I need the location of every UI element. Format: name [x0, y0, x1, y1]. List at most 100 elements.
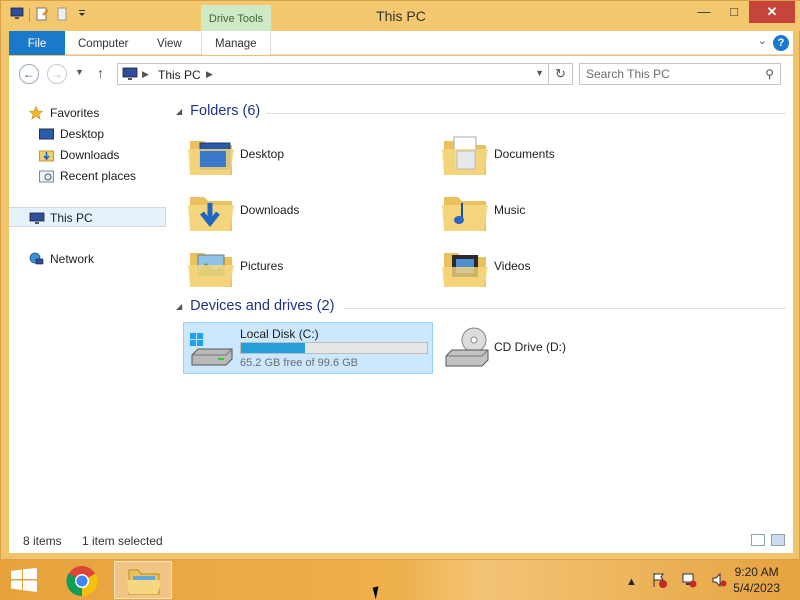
collapse-triangle-icon[interactable]: ◢ — [176, 107, 182, 116]
up-button[interactable]: ↑ — [97, 65, 104, 81]
status-bar: 8 items 1 item selected — [9, 529, 793, 553]
network-icon — [29, 252, 44, 265]
computer-icon[interactable] — [9, 7, 25, 23]
title-bar[interactable]: Drive Tools This PC — □ ✕ — [1, 1, 800, 31]
nav-this-pc[interactable]: This PC — [9, 207, 166, 227]
breadcrumb-this-pc[interactable]: This PC — [158, 68, 201, 82]
group-divider — [344, 308, 786, 309]
taskbar: ▲ 9:20 AM 5/4/2023 — [0, 560, 800, 600]
minimize-button[interactable]: — — [689, 1, 719, 23]
folder-music[interactable]: Music — [440, 185, 680, 237]
item-count: 8 items — [23, 534, 62, 548]
network-status-icon[interactable] — [681, 572, 697, 591]
drive-local-disk-c[interactable]: Local Disk (C:) 65.2 GB free of 99.6 GB — [183, 322, 433, 374]
desktop-folder-icon — [188, 141, 234, 175]
window-controls: — □ ✕ — [689, 1, 795, 23]
address-bar[interactable]: ▶ This PC ▶ ▼ ↻ — [117, 63, 573, 85]
disk-usage-fill — [241, 343, 306, 353]
nav-downloads[interactable]: Downloads — [9, 145, 166, 165]
nav-favorites-label: Favorites — [50, 106, 100, 120]
nav-desktop[interactable]: Desktop — [9, 124, 166, 144]
downloads-folder-icon — [188, 197, 234, 231]
group-divider — [266, 113, 786, 114]
chrome-icon — [66, 566, 98, 597]
local-disk-icon — [190, 333, 233, 366]
folder-pictures-label: Pictures — [240, 259, 284, 273]
address-dropdown-icon[interactable]: ▼ — [535, 68, 544, 78]
folder-downloads-label: Downloads — [240, 203, 300, 217]
local-disk-label: Local Disk (C:) — [240, 327, 319, 341]
drives-group-title: Devices and drives (2) — [190, 298, 335, 314]
tab-manage[interactable]: Manage — [201, 31, 271, 55]
file-explorer-icon — [127, 569, 161, 595]
clock-date: 5/4/2023 — [733, 581, 780, 595]
music-folder-icon — [442, 197, 488, 231]
ribbon-expand-icon[interactable]: ⌄ — [758, 34, 767, 47]
collapse-triangle-icon[interactable]: ◢ — [176, 302, 182, 311]
drives-group-header[interactable]: ◢ Devices and drives (2) — [176, 298, 334, 314]
tab-computer[interactable]: Computer — [65, 31, 142, 55]
search-icon[interactable]: ⚲ — [765, 67, 774, 81]
new-folder-icon[interactable] — [54, 7, 70, 23]
maximize-button[interactable]: □ — [719, 1, 749, 23]
taskbar-chrome[interactable] — [54, 561, 112, 599]
nav-this-pc-label: This PC — [50, 211, 93, 225]
recent-locations-chevron-icon[interactable]: ▼ — [75, 67, 84, 77]
refresh-button[interactable]: ↻ — [548, 64, 572, 84]
taskbar-file-explorer[interactable] — [114, 561, 172, 599]
pictures-folder-icon — [188, 253, 234, 287]
action-center-flag-icon[interactable] — [651, 572, 667, 591]
folder-videos-label: Videos — [494, 259, 531, 273]
qat-separator — [29, 8, 30, 22]
content-pane: ◢ Folders (6) Desktop Documents Download… — [166, 93, 793, 529]
system-tray: ▲ — [626, 572, 727, 591]
videos-folder-icon — [442, 253, 488, 287]
nav-downloads-label: Downloads — [60, 148, 120, 162]
this-pc-icon — [122, 67, 138, 84]
nav-recent-places[interactable]: Recent places — [9, 166, 166, 186]
navigation-bar: ← → ▼ ↑ ▶ This PC ▶ ▼ ↻ ⚲ — [9, 56, 793, 93]
help-button[interactable]: ? — [773, 35, 789, 51]
folder-documents[interactable]: Documents — [440, 129, 680, 181]
show-hidden-icons-icon[interactable]: ▲ — [626, 576, 637, 588]
back-button[interactable]: ← — [19, 64, 39, 84]
ribbon-tab-strip: File Computer View Manage ⌄ ? — [9, 31, 793, 55]
folder-downloads[interactable]: Downloads — [186, 185, 426, 237]
quick-access-toolbar — [9, 7, 90, 23]
folders-group-header[interactable]: ◢ Folders (6) — [176, 103, 260, 119]
search-box[interactable]: ⚲ — [579, 63, 781, 85]
drive-cd-d[interactable]: CD Drive (D:) — [438, 322, 638, 374]
search-input[interactable] — [586, 67, 756, 81]
folder-desktop[interactable]: Desktop — [186, 129, 426, 181]
qat-dropdown-icon[interactable] — [74, 7, 90, 23]
navigation-pane: Favorites Desktop Downloads Recent place… — [9, 93, 166, 529]
nav-network-label: Network — [50, 252, 95, 266]
properties-icon[interactable] — [34, 7, 50, 23]
close-button[interactable]: ✕ — [749, 1, 795, 23]
large-icons-view-icon[interactable] — [771, 534, 785, 546]
star-icon — [28, 105, 44, 120]
breadcrumb-separator-icon[interactable]: ▶ — [142, 69, 149, 80]
forward-button[interactable]: → — [47, 64, 67, 84]
disk-free-space-text: 65.2 GB free of 99.6 GB — [240, 357, 359, 369]
folder-videos[interactable]: Videos — [440, 241, 680, 293]
tab-view[interactable]: View — [144, 31, 195, 55]
tab-file[interactable]: File — [9, 31, 65, 55]
folder-music-label: Music — [494, 203, 526, 217]
nav-favorites[interactable]: Favorites — [9, 103, 166, 123]
windows-logo-icon — [11, 568, 37, 592]
clock[interactable]: 9:20 AM 5/4/2023 — [733, 564, 780, 596]
explorer-window: Drive Tools This PC — □ ✕ File Computer … — [0, 0, 800, 560]
details-view-icon[interactable] — [751, 534, 765, 546]
nav-recent-places-label: Recent places — [60, 169, 137, 183]
start-button[interactable] — [10, 568, 38, 592]
folder-pictures[interactable]: Pictures — [186, 241, 426, 293]
desktop-icon — [39, 127, 54, 140]
disk-usage-bar — [240, 342, 428, 354]
recent-places-icon — [39, 169, 54, 183]
nav-network[interactable]: Network — [9, 249, 166, 269]
breadcrumb-separator-icon[interactable]: ▶ — [206, 69, 213, 80]
volume-muted-icon[interactable] — [711, 572, 727, 591]
this-pc-icon — [29, 211, 45, 224]
window-title: This PC — [376, 8, 426, 24]
